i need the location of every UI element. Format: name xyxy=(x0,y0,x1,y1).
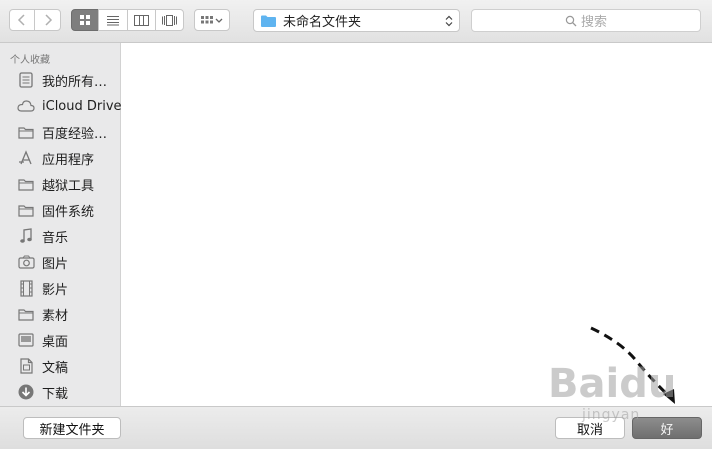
watermark-text: Baidu xyxy=(548,361,677,407)
sidebar-item-label: 我的所有… xyxy=(42,74,108,90)
film-icon xyxy=(17,279,35,297)
applications-icon xyxy=(17,149,35,167)
sidebar-item-all-files[interactable]: 我的所有… xyxy=(0,69,120,91)
sidebar-item-label: 图片 xyxy=(42,256,69,272)
desktop-icon xyxy=(17,331,35,349)
sidebar-item-label: 固件系统 xyxy=(42,204,95,220)
music-icon xyxy=(17,227,35,245)
sidebar-item-label: 越狱工具 xyxy=(42,178,95,194)
chevron-left-icon xyxy=(17,14,25,26)
toolbar: 未命名文件夹 搜索 xyxy=(0,0,712,43)
download-icon xyxy=(17,383,35,401)
list-view-button[interactable] xyxy=(98,9,128,31)
baidu-watermark: Baidu jingyan xyxy=(548,361,698,431)
column-view-icon xyxy=(134,14,149,26)
path-popup[interactable]: 未命名文件夹 xyxy=(253,9,460,32)
cover-flow-view-icon xyxy=(162,14,177,26)
column-view-button[interactable] xyxy=(127,9,156,31)
sidebar-item-baidu-folder[interactable]: 百度经验… xyxy=(0,121,120,143)
document-icon xyxy=(17,357,35,375)
sidebar-item-icloud-drive[interactable]: iCloud Drive xyxy=(0,95,122,117)
search-field[interactable]: 搜索 xyxy=(471,9,701,32)
sidebar-item-downloads[interactable]: 下载 xyxy=(0,381,120,403)
camera-icon xyxy=(17,253,35,271)
watermark-sub: jingyan xyxy=(582,407,641,423)
sidebar-item-label: 文稿 xyxy=(42,360,69,376)
forward-button[interactable] xyxy=(34,9,61,31)
grid-arrange-icon xyxy=(201,16,223,24)
list-view-icon xyxy=(107,15,119,25)
sidebar-item-label: 应用程序 xyxy=(42,152,95,168)
folder-icon xyxy=(17,175,35,193)
sidebar-item-pictures[interactable]: 图片 xyxy=(0,251,120,273)
sidebar-item-label: iCloud Drive xyxy=(42,98,122,114)
all-files-icon xyxy=(17,71,35,89)
file-browser-area[interactable] xyxy=(121,43,712,406)
folder-icon xyxy=(17,201,35,219)
sidebar-item-jailbreak-tools[interactable]: 越狱工具 xyxy=(0,173,120,195)
up-down-chevron-icon xyxy=(445,15,453,27)
cloud-icon xyxy=(17,97,35,115)
search-icon xyxy=(565,15,577,26)
sidebar-item-movies[interactable]: 影片 xyxy=(0,277,120,299)
icon-view-button[interactable] xyxy=(71,9,99,31)
sidebar-item-label: 下载 xyxy=(42,386,69,402)
icon-view-icon xyxy=(80,15,90,25)
chevron-right-icon xyxy=(44,14,52,26)
arrange-button[interactable] xyxy=(194,9,230,31)
sidebar-item-music[interactable]: 音乐 xyxy=(0,225,120,247)
search-placeholder: 搜索 xyxy=(580,15,607,30)
sidebar-item-desktop[interactable]: 桌面 xyxy=(0,329,120,351)
sidebar-section-favorites: 个人收藏 xyxy=(10,55,50,66)
sidebar-item-label: 百度经验… xyxy=(42,126,108,142)
new-folder-button[interactable]: 新建文件夹 xyxy=(23,417,121,439)
cover-flow-view-button[interactable] xyxy=(155,9,184,31)
folder-icon xyxy=(261,15,276,27)
sidebar-item-firmware[interactable]: 固件系统 xyxy=(0,199,120,221)
folder-icon xyxy=(17,305,35,323)
sidebar-item-documents[interactable]: 文稿 xyxy=(0,355,120,377)
back-button[interactable] xyxy=(9,9,35,31)
sidebar-item-materials[interactable]: 素材 xyxy=(0,303,120,325)
sidebar-item-label: 影片 xyxy=(42,282,69,298)
sidebar: 个人收藏 我的所有… iCloud Drive 百度经验… 应用程序 越狱工具 … xyxy=(0,43,122,406)
folder-icon xyxy=(17,123,35,141)
sidebar-item-applications[interactable]: 应用程序 xyxy=(0,147,120,169)
sidebar-item-label: 音乐 xyxy=(42,230,69,246)
sidebar-item-label: 桌面 xyxy=(42,334,69,350)
path-label: 未命名文件夹 xyxy=(283,15,362,30)
sidebar-item-label: 素材 xyxy=(42,308,69,324)
